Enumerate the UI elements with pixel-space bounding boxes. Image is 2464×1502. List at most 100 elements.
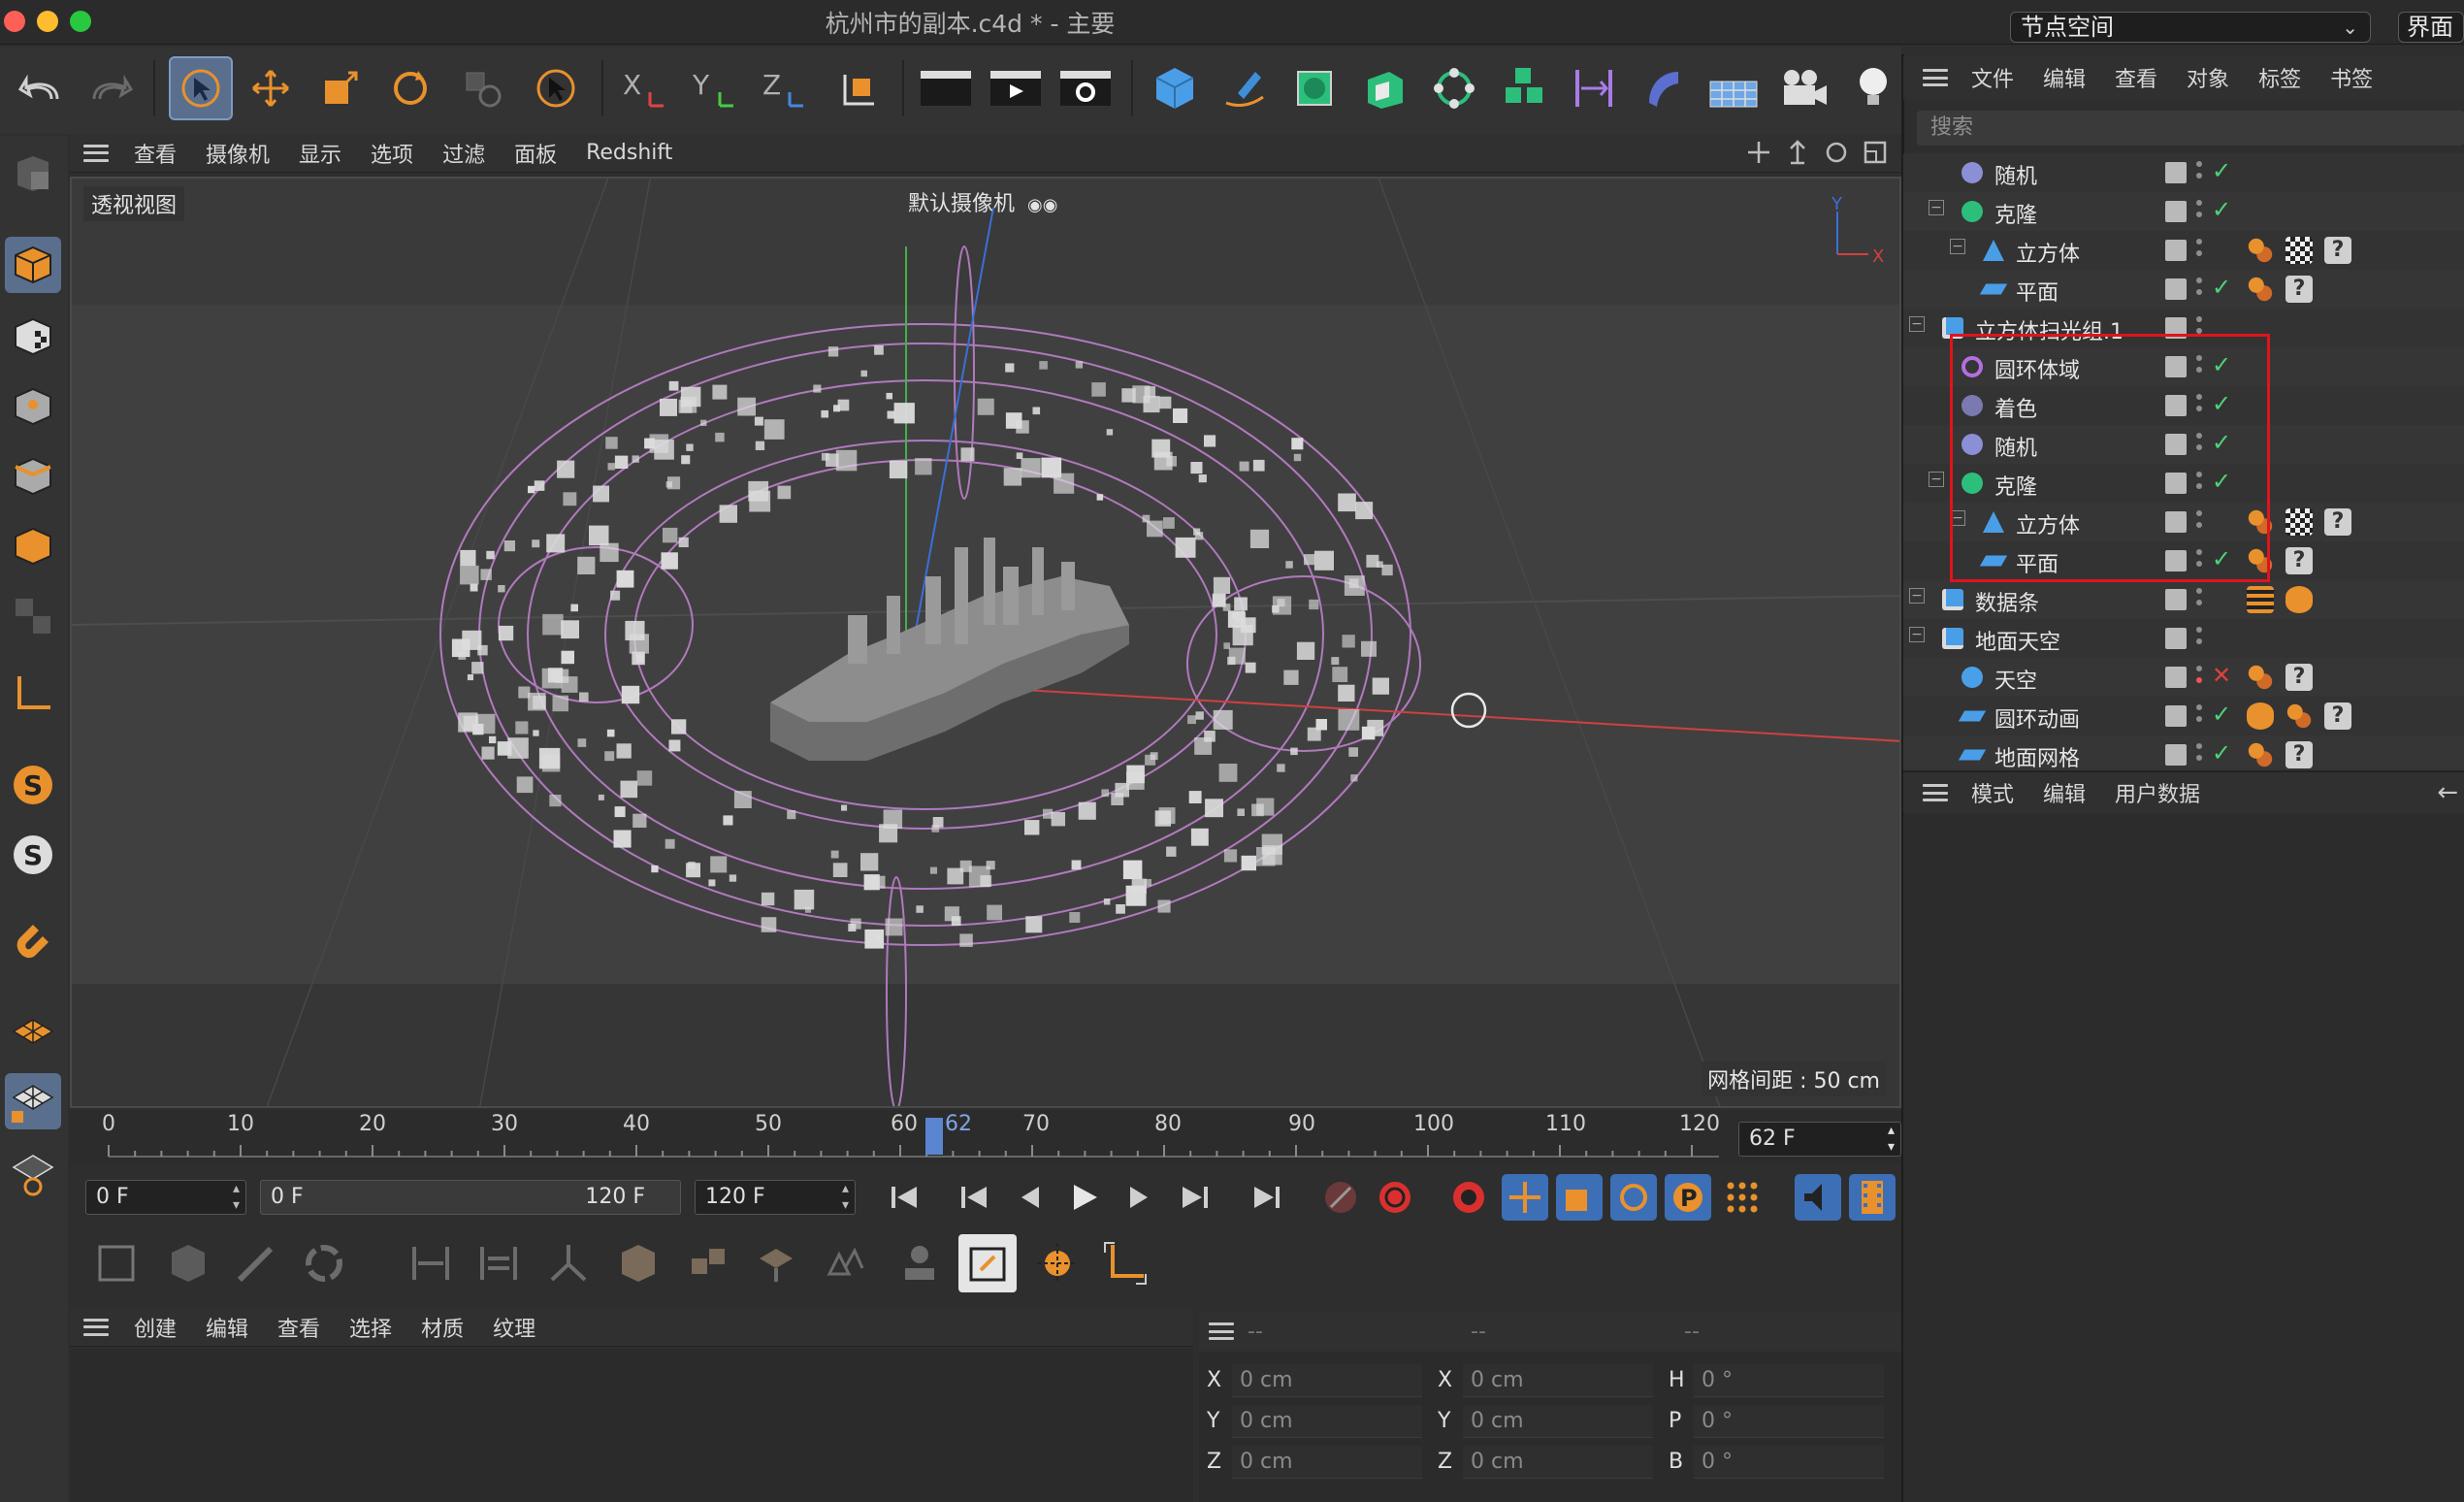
start-frame-field[interactable]: 0 F ▴ ▾ <box>85 1180 246 1215</box>
material-tag-icon[interactable] <box>2247 276 2274 303</box>
expand-toggle-icon[interactable]: − <box>1909 627 1925 642</box>
edge-mode-button[interactable] <box>5 448 61 505</box>
stepper-arrows-icon[interactable]: ▴ ▾ <box>1888 1123 1895 1156</box>
om-menu-view[interactable]: 查看 <box>2115 62 2157 93</box>
layer-toggle-icon[interactable] <box>2165 278 2187 300</box>
position-z-field[interactable]: 0 cm <box>1232 1446 1422 1479</box>
interface-button[interactable]: 界面 <box>2398 12 2464 43</box>
magnet-button[interactable] <box>5 912 61 968</box>
film-button[interactable] <box>1849 1174 1896 1221</box>
viewport-menu-display[interactable]: 显示 <box>299 138 341 169</box>
rotate-tool-button[interactable] <box>378 56 442 120</box>
tool-paint-button[interactable] <box>891 1234 949 1292</box>
unknown-tag-icon[interactable]: ? <box>2324 702 2351 730</box>
viewport-menu-options[interactable]: 选项 <box>371 138 413 169</box>
texture-mode-button[interactable] <box>5 309 61 365</box>
tool-axis-center-button[interactable] <box>1096 1234 1154 1292</box>
render-settings-button[interactable] <box>1054 56 1118 120</box>
uv-mode-button[interactable] <box>5 588 61 644</box>
object-row[interactable]: − 数据条 <box>1903 580 2464 619</box>
layer-toggle-icon[interactable] <box>2165 162 2187 183</box>
floor-button[interactable] <box>1702 56 1766 120</box>
disabled-cross-icon[interactable]: ✕ <box>2212 662 2231 689</box>
preview-range-slider[interactable]: 0 F 120 F <box>260 1180 681 1215</box>
size-z-field[interactable]: 0 cm <box>1463 1446 1653 1479</box>
display-tag-eye-icon[interactable] <box>2247 702 2274 730</box>
unknown-tag-icon[interactable]: ? <box>2324 237 2351 264</box>
position-y-field[interactable]: 0 cm <box>1232 1405 1422 1438</box>
recent-tool-button[interactable] <box>524 56 588 120</box>
viewport-menu-view[interactable]: 查看 <box>134 138 177 169</box>
material-menu-texture[interactable]: 纹理 <box>493 1312 535 1343</box>
timeline-ruler[interactable]: 0 10 20 30 40 50 60 62 70 80 90 100 110 … <box>70 1110 1901 1164</box>
layout-select[interactable]: 节点空间 ⌄ <box>2010 12 2371 43</box>
workplane-button[interactable] <box>5 1003 61 1060</box>
render-to-picture-viewer-button[interactable] <box>984 56 1048 120</box>
key-parameter-button[interactable]: P <box>1665 1174 1711 1221</box>
material-tag-icon[interactable] <box>2247 237 2274 264</box>
rotation-b-field[interactable]: 0 ° <box>1694 1446 1884 1479</box>
material-tag-icon[interactable] <box>2247 664 2274 691</box>
extrude-button[interactable] <box>1352 56 1416 120</box>
perspective-viewport[interactable]: 透视视图 默认摄像机 ◉◉ Y X 网格间距 : 50 cm <box>70 177 1901 1108</box>
material-tag-icon[interactable] <box>2247 741 2274 768</box>
next-key-button[interactable] <box>1172 1174 1218 1221</box>
visibility-dots-icon[interactable] <box>2196 278 2202 303</box>
zoom-view-icon[interactable] <box>1785 140 1810 165</box>
locked-workplane-button[interactable] <box>5 1073 61 1129</box>
current-frame-field[interactable]: 62 F ▴ ▾ <box>1738 1122 1901 1157</box>
rotation-p-field[interactable]: 0 ° <box>1694 1405 1884 1438</box>
attr-menu-user-data[interactable]: 用户数据 <box>2115 777 2200 808</box>
scale-tool-button[interactable] <box>308 56 373 120</box>
rotate-view-icon[interactable] <box>1824 140 1849 165</box>
coord-header-position[interactable]: -- <box>1248 1320 1471 1344</box>
z-axis-lock-button[interactable]: Z <box>753 56 817 120</box>
maximize-view-icon[interactable] <box>1863 140 1888 165</box>
tool-recycle-button[interactable] <box>295 1234 353 1292</box>
coordinates-menu-hamburger-icon[interactable] <box>1209 1322 1234 1340</box>
object-row[interactable]: 圆环动画 ✓? <box>1903 697 2464 735</box>
enabled-check-icon[interactable]: ✓ <box>2212 701 2231 728</box>
object-row[interactable]: 平面 ✓? <box>1903 270 2464 309</box>
layer-toggle-icon[interactable] <box>2165 744 2187 766</box>
auto-keying-button[interactable] <box>1372 1174 1418 1221</box>
layer-toggle-icon[interactable] <box>2165 589 2187 610</box>
object-row[interactable]: − 克隆 ✓ <box>1903 192 2464 231</box>
back-arrow-icon[interactable]: ← <box>2437 778 2458 807</box>
material-menu-hamburger-icon[interactable] <box>83 1318 109 1336</box>
viewport-menu-redshift[interactable]: Redshift <box>586 141 672 165</box>
visibility-dots-icon[interactable] <box>2196 588 2202 613</box>
visibility-dots-icon[interactable] <box>2196 200 2202 225</box>
layer-toggle-icon[interactable] <box>2165 201 2187 222</box>
attribute-menu-hamburger-icon[interactable] <box>1923 784 1948 801</box>
previous-frame-button[interactable] <box>1007 1174 1054 1221</box>
visibility-dots-icon[interactable] <box>2196 666 2202 691</box>
size-y-field[interactable]: 0 cm <box>1463 1405 1653 1438</box>
previous-key-button[interactable] <box>951 1174 997 1221</box>
play-button[interactable] <box>1061 1174 1108 1221</box>
checker-texture-tag-icon[interactable] <box>2286 237 2313 264</box>
unknown-tag-icon[interactable]: ? <box>2286 547 2313 574</box>
next-frame-button[interactable] <box>1116 1174 1162 1221</box>
tool-align-button[interactable] <box>470 1234 528 1292</box>
expand-toggle-icon[interactable]: − <box>1950 239 1965 254</box>
cloner-button[interactable] <box>1422 56 1486 120</box>
redo-button[interactable] <box>80 56 144 120</box>
y-axis-lock-button[interactable]: Y <box>683 56 747 120</box>
stepper-arrows-icon[interactable]: ▴ ▾ <box>233 1181 240 1214</box>
tool-dissolve-button[interactable] <box>815 1234 873 1292</box>
layer-toggle-icon[interactable] <box>2165 667 2187 688</box>
om-menu-edit[interactable]: 编辑 <box>2043 62 2086 93</box>
move-tool-button[interactable] <box>239 56 303 120</box>
material-menu-material[interactable]: 材质 <box>421 1312 464 1343</box>
tool-knife-button[interactable] <box>227 1234 285 1292</box>
layer-toggle-icon[interactable] <box>2165 628 2187 649</box>
material-menu-view[interactable]: 查看 <box>277 1312 320 1343</box>
keyframe-selection-button[interactable] <box>1445 1174 1492 1221</box>
object-search-input[interactable]: 搜索 <box>1917 111 2464 146</box>
coord-header-rotation[interactable]: -- <box>1684 1320 1700 1344</box>
spline-pen-button[interactable] <box>1213 56 1277 120</box>
tool-melt-button[interactable] <box>747 1234 805 1292</box>
unknown-tag-icon[interactable]: ? <box>2286 664 2313 691</box>
material-manager-area[interactable] <box>70 1349 1193 1502</box>
